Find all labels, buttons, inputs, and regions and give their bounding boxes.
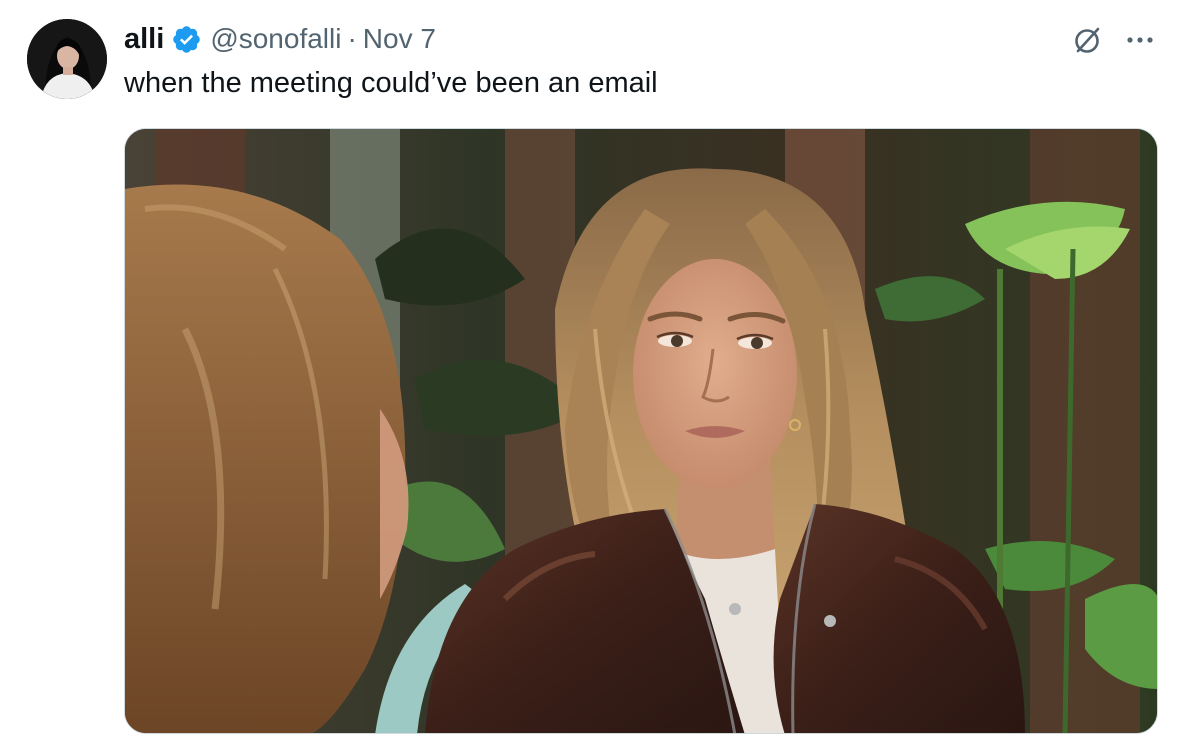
avatar-image [27, 19, 107, 99]
display-name[interactable]: alli [124, 23, 164, 56]
avatar[interactable] [27, 19, 107, 99]
more-options-icon[interactable] [1120, 24, 1160, 56]
verified-badge-icon[interactable] [171, 24, 202, 55]
tweet[interactable]: alli @sonofalli · Nov 7 when the meeting… [0, 0, 1186, 748]
tweet-text: when the meeting could’ve been an email [124, 67, 658, 99]
separator-dot: · [347, 23, 357, 54]
author-handle[interactable]: @sonofalli [210, 23, 341, 55]
grok-icon[interactable] [1069, 22, 1105, 58]
tweet-date[interactable]: Nov 7 [363, 23, 436, 55]
photo-still [125, 129, 1157, 733]
tweet-photo[interactable] [124, 128, 1158, 734]
tweet-header: alli @sonofalli · Nov 7 [124, 20, 436, 58]
